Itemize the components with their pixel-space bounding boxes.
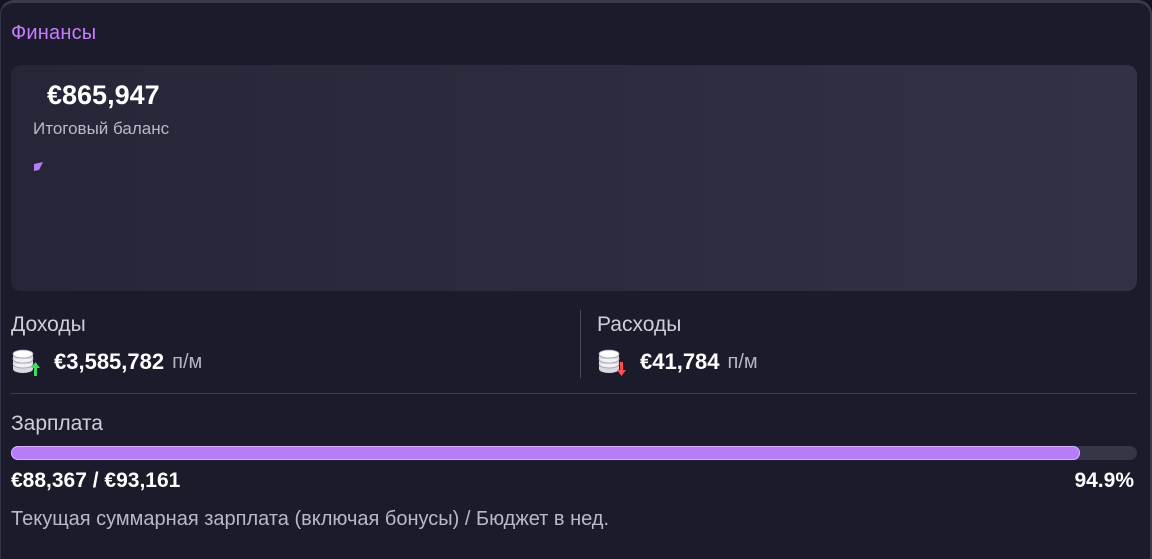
salary-note: Текущая суммарная зарплата (включая бону… — [11, 508, 610, 530]
income-unit: п/м — [172, 350, 203, 373]
balance-label: Итоговый баланс — [33, 119, 170, 138]
finance-panel: Финансы €865,947 Итоговый баланс Доходы … — [0, 0, 1152, 559]
expense-unit: п/м — [727, 350, 758, 373]
income-value: €3,585,782 — [54, 349, 165, 374]
expense-label: Расходы — [597, 313, 682, 336]
salary-percent: 94.9% — [1074, 469, 1134, 492]
salary-label: Зарплата — [11, 412, 103, 435]
balance-chart-marker — [34, 162, 43, 171]
salary-progress-bar — [11, 446, 1137, 460]
salary-amount: €88,367 / €93,161 — [11, 469, 181, 492]
balance-card: €865,947 Итоговый баланс — [11, 65, 1137, 291]
salary-progress-fill — [11, 446, 1080, 460]
expense-value: €41,784 — [640, 349, 720, 374]
coins-arrow-down-icon — [598, 349, 626, 376]
stats-divider — [580, 310, 581, 378]
expense-stat: Расходы €41,784 п/м — [597, 313, 1152, 383]
income-row: €3,585,782 п/м — [11, 347, 202, 377]
balance-value: €865,947 — [47, 80, 160, 110]
section-title: Финансы — [11, 22, 97, 44]
coins-arrow-up-icon — [12, 349, 40, 376]
income-stat: Доходы €3,585,782 п/м — [11, 313, 571, 383]
section-divider — [11, 393, 1137, 394]
expense-row: €41,784 п/м — [597, 347, 758, 377]
income-label: Доходы — [11, 313, 86, 336]
